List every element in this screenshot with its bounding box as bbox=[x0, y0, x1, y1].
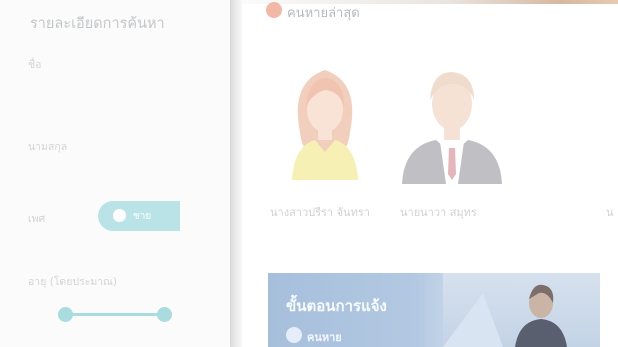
female-avatar-icon bbox=[292, 70, 358, 180]
name-field-label: ชื่อ bbox=[28, 59, 42, 71]
male-avatar-icon bbox=[402, 72, 502, 184]
person-name: นายนาวา สมุทร bbox=[400, 206, 477, 219]
gender-selected-label: ชาย bbox=[133, 211, 152, 222]
call-center-operator-icon bbox=[443, 284, 567, 347]
person-card[interactable]: นายนาวา สมุทร bbox=[382, 62, 502, 232]
age-slider-max-handle[interactable] bbox=[157, 307, 172, 322]
person-card[interactable]: น bbox=[606, 62, 618, 232]
banner-operator-photo bbox=[443, 273, 600, 347]
latest-alert-icon bbox=[266, 2, 282, 18]
cta-label: คนหาย bbox=[307, 331, 342, 344]
missing-person-cta[interactable]: คนหาย bbox=[286, 327, 366, 347]
cta-icon bbox=[286, 327, 302, 343]
panel-divider bbox=[230, 0, 242, 347]
person-name: นางสาวปรีรา จันทรา bbox=[270, 206, 370, 219]
latest-missing-panel: คนหายล่าสุด นางสาวปรีรา จันทรา นายนาวา ส… bbox=[242, 0, 618, 347]
latest-missing-title: คนหายล่าสุด bbox=[287, 6, 360, 21]
gender-field-label: เพศ bbox=[28, 213, 46, 225]
search-details-title: รายละเอียดการค้นหา bbox=[30, 16, 165, 32]
banner-title: ขั้นตอนการแจ้ง bbox=[286, 297, 387, 315]
age-slider-min-handle[interactable] bbox=[58, 307, 73, 322]
gender-toggle[interactable]: ชาย bbox=[98, 201, 180, 231]
age-slider-track[interactable] bbox=[65, 313, 165, 316]
surname-field-label: นามสกุล bbox=[28, 141, 68, 153]
person-name: น bbox=[606, 206, 614, 219]
toggle-knob bbox=[113, 209, 126, 222]
age-field-label: อายุ (โดยประมาณ) bbox=[28, 276, 117, 288]
search-details-panel: รายละเอียดการค้นหา ชื่อ นามสกุล เพศ ชาย … bbox=[0, 0, 230, 347]
person-card[interactable]: นางสาวปรีรา จันทรา bbox=[270, 62, 380, 232]
report-steps-banner[interactable]: ขั้นตอนการแจ้ง คนหาย bbox=[268, 273, 600, 347]
